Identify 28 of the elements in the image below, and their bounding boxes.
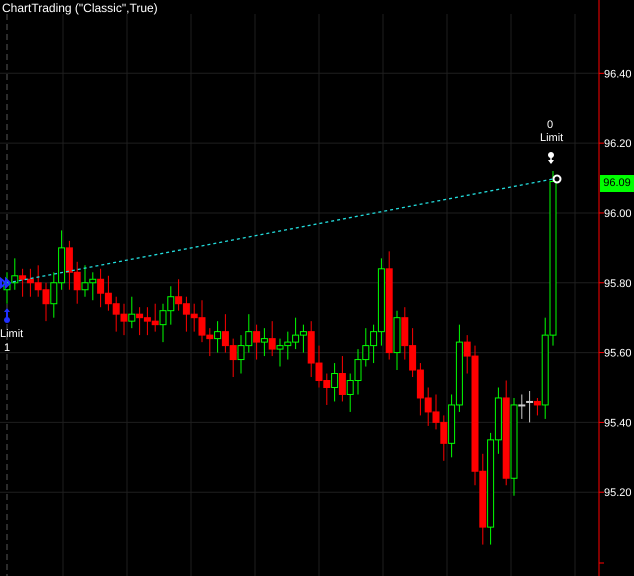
order-type-label: Limit <box>0 328 24 340</box>
price-tick-label: 95.80 <box>604 278 632 290</box>
price-tick-label: 95.60 <box>604 348 632 360</box>
candlestick <box>253 324 260 360</box>
candlestick <box>526 390 534 423</box>
order-handle-icon[interactable] <box>4 308 10 323</box>
candlestick <box>260 328 268 357</box>
price-tick-label: 95.20 <box>604 487 632 500</box>
order-type-label: Limit <box>540 132 564 144</box>
candlestick <box>331 362 338 402</box>
chart-title: ChartTrading ("Classic",True) <box>2 1 158 15</box>
price-tick-label: 96.20 <box>604 138 632 150</box>
price-tick-label: 95.40 <box>604 417 632 430</box>
price-tick-label: 96.40 <box>604 68 632 80</box>
price-tick-label: 96.00 <box>604 208 632 220</box>
candlestick <box>128 296 136 329</box>
order-quantity-label: 0 <box>547 119 554 131</box>
candlestick <box>518 394 526 420</box>
order-marker-icon[interactable] <box>0 276 12 290</box>
last-price-label: 96.09 <box>600 175 634 192</box>
candlestick <box>11 258 18 290</box>
candlestick <box>214 320 222 354</box>
candlestick <box>19 268 26 298</box>
candlestick <box>534 397 541 416</box>
order-quantity-label: 1 <box>4 342 10 354</box>
candlestick <box>338 356 346 402</box>
order-handle-icon[interactable] <box>548 152 554 164</box>
candlestick <box>268 320 276 357</box>
